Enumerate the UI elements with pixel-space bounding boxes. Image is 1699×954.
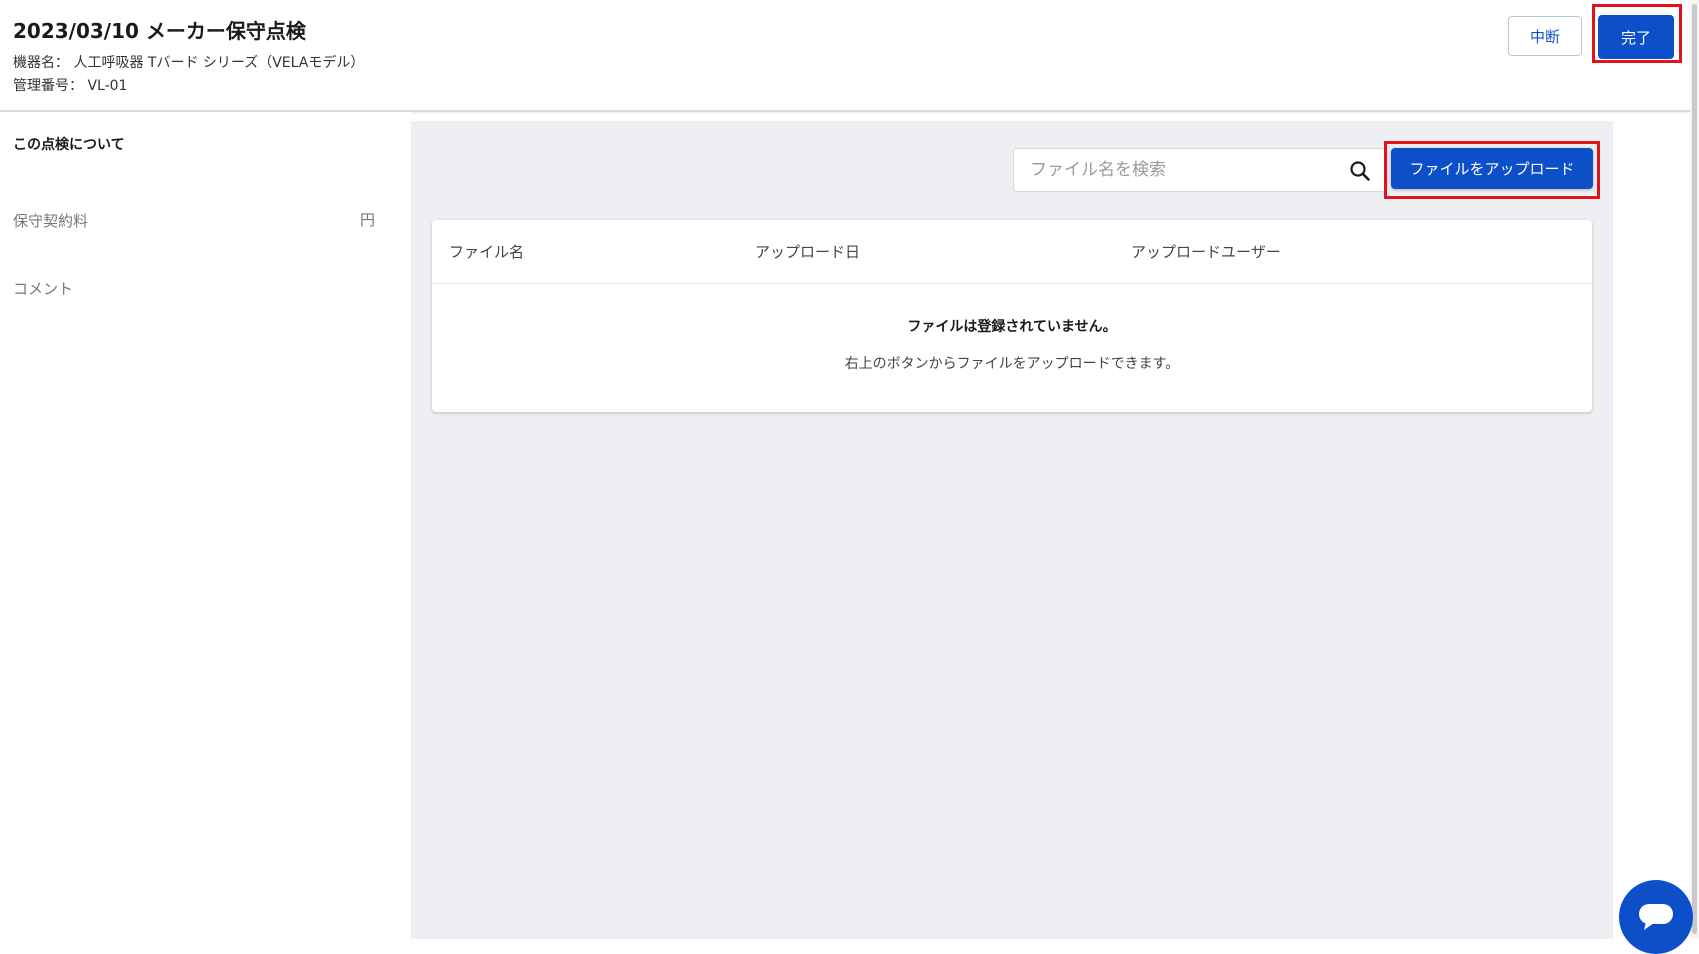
search-icon[interactable] — [1348, 159, 1372, 183]
file-table: ファイル名 アップロード日 アップロードユーザー ファイルは登録されていません。… — [432, 220, 1592, 412]
file-search-box[interactable] — [1013, 148, 1388, 192]
suspend-button[interactable]: 中断 — [1508, 16, 1582, 56]
table-header: ファイル名 アップロード日 アップロードユーザー — [432, 220, 1592, 284]
device-name: 機器名： 人工呼吸器 Tバード シリーズ（VELAモデル） — [13, 55, 365, 71]
maintenance-fee-unit: 円 — [360, 211, 376, 229]
empty-state-title: ファイルは登録されていません。 — [907, 319, 1117, 335]
complete-button[interactable]: 完了 — [1598, 15, 1674, 59]
empty-state-description: 右上のボタンからファイルをアップロードできます。 — [844, 356, 1180, 372]
file-search-input[interactable] — [1028, 149, 1328, 191]
inspection-info-panel: この点検について 保守契約料 円 コメント — [0, 112, 411, 939]
chat-bubble-icon — [1639, 904, 1673, 930]
column-header-upload-user[interactable]: アップロードユーザー — [1131, 241, 1281, 262]
column-header-file-name[interactable]: ファイル名 — [449, 241, 524, 262]
chat-button[interactable] — [1619, 880, 1693, 954]
page-title: 2023/03/10 メーカー保守点検 — [13, 19, 306, 43]
page-scrollbar-thumb[interactable] — [1692, 4, 1697, 934]
management-number: 管理番号： VL-01 — [13, 78, 128, 94]
inspection-info-heading: この点検について — [13, 137, 125, 153]
column-header-upload-date[interactable]: アップロード日 — [755, 241, 860, 262]
maintenance-fee-label: 保守契約料 — [13, 212, 89, 230]
page-header: 2023/03/10 メーカー保守点検 機器名： 人工呼吸器 Tバード シリーズ… — [0, 0, 1690, 112]
file-panel: ファイルをアップロード ファイル名 アップロード日 アップロードユーザー ファイ… — [411, 121, 1613, 939]
comment-label: コメント — [13, 280, 74, 298]
upload-file-button[interactable]: ファイルをアップロード — [1391, 148, 1593, 189]
